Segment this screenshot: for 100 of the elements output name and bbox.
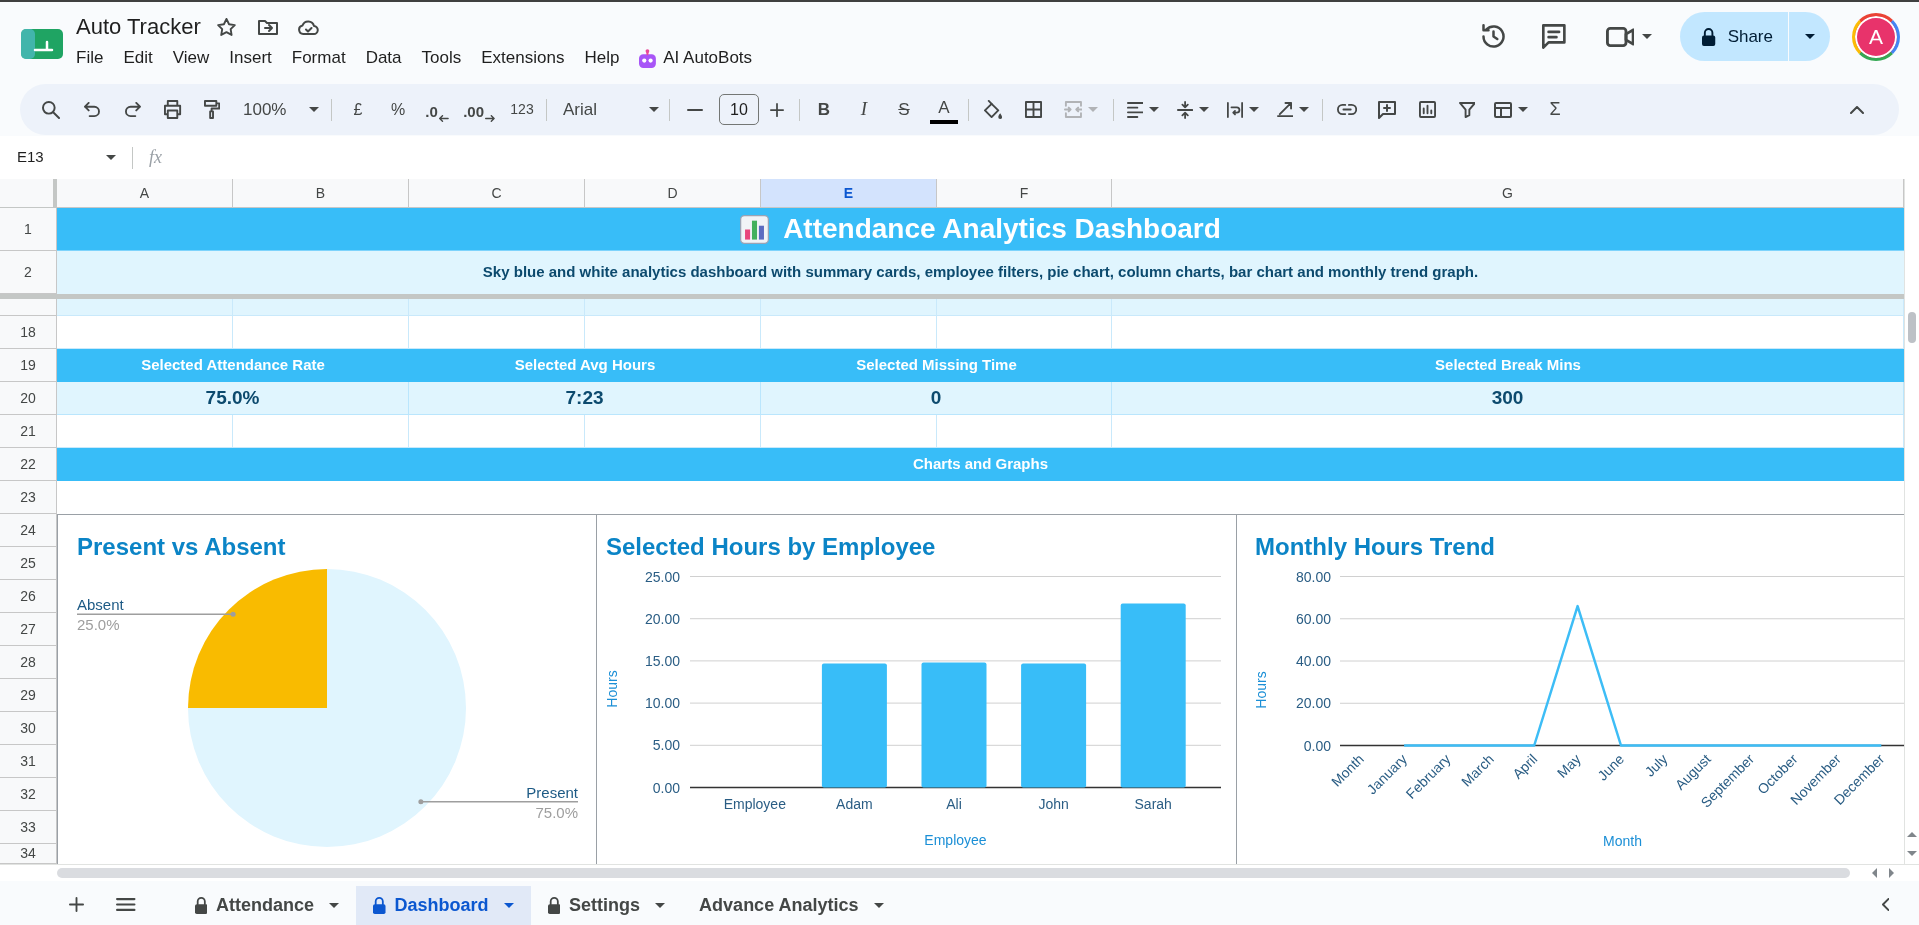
- text-rotation-icon[interactable]: [1276, 102, 1294, 117]
- row-header[interactable]: 24: [0, 514, 57, 547]
- video-camera-icon[interactable]: [1605, 26, 1635, 47]
- menu-item[interactable]: Help: [574, 44, 630, 72]
- redo-icon[interactable]: [125, 102, 141, 117]
- increase-decimals-button[interactable]: .00: [456, 92, 502, 127]
- vertical-align-icon[interactable]: [1176, 100, 1194, 119]
- zoom-dropdown[interactable]: 100%: [231, 92, 325, 127]
- slice-label: Present: [526, 783, 578, 801]
- sheet-list-icon[interactable]: [116, 898, 136, 911]
- row-header[interactable]: 2: [0, 251, 57, 294]
- scrollbar-thumb[interactable]: [57, 868, 1850, 878]
- text-color-button[interactable]: A: [930, 95, 958, 124]
- sheet-tab[interactable]: Settings: [530, 886, 683, 925]
- comment-icon[interactable]: [1542, 24, 1566, 49]
- scroll-right-icon[interactable]: [1889, 868, 1894, 878]
- star-icon[interactable]: [216, 18, 236, 36]
- row-header[interactable]: 20: [0, 382, 57, 415]
- functions-button[interactable]: Σ: [1535, 92, 1575, 127]
- row-header[interactable]: 33: [0, 811, 57, 844]
- axis-tick-label: 60.00: [1295, 610, 1331, 627]
- row-header[interactable]: 28: [0, 646, 57, 679]
- percent-button[interactable]: %: [378, 92, 418, 127]
- number-format-button[interactable]: 123: [502, 92, 542, 127]
- currency-button[interactable]: £: [338, 92, 378, 127]
- sheet-tab[interactable]: Advance Analytics: [682, 886, 901, 925]
- strikethrough-button[interactable]: S: [884, 92, 924, 127]
- scroll-left-icon[interactable]: [1872, 868, 1877, 878]
- filter-icon[interactable]: [1458, 101, 1476, 118]
- menu-item[interactable]: Edit: [113, 44, 163, 72]
- sheet-tab[interactable]: Attendance: [177, 886, 357, 925]
- scroll-up-icon[interactable]: [1907, 832, 1917, 837]
- column-header[interactable]: E: [761, 179, 937, 208]
- font-size-field[interactable]: 10: [719, 94, 759, 125]
- row-header[interactable]: 34: [0, 844, 57, 864]
- link-icon[interactable]: [1336, 104, 1358, 115]
- add-comment-icon[interactable]: [1378, 100, 1396, 119]
- column-header[interactable]: F: [937, 179, 1112, 208]
- print-icon[interactable]: [164, 100, 182, 119]
- italic-button[interactable]: I: [844, 92, 884, 127]
- bold-button[interactable]: B: [804, 92, 844, 127]
- row-header[interactable]: 29: [0, 679, 57, 712]
- menu-item[interactable]: View: [162, 44, 220, 72]
- menu-item[interactable]: Extensions: [471, 44, 575, 72]
- cloud-icon[interactable]: [297, 19, 319, 35]
- font-dropdown[interactable]: Arial: [551, 92, 663, 127]
- caret-icon[interactable]: [1642, 34, 1653, 39]
- undo-icon[interactable]: [84, 102, 100, 117]
- menu-item[interactable]: File: [66, 44, 114, 72]
- column-header[interactable]: D: [585, 179, 761, 208]
- row-header[interactable]: 31: [0, 745, 57, 778]
- text-wrap-icon[interactable]: [1227, 101, 1243, 118]
- fx-label: fx: [149, 146, 162, 169]
- paint-roller-icon[interactable]: [203, 100, 221, 119]
- minus-icon[interactable]: [687, 108, 703, 111]
- menu-item[interactable]: Format: [281, 44, 356, 72]
- column-header[interactable]: B: [233, 179, 409, 208]
- share-button[interactable]: Share: [1680, 12, 1788, 61]
- spreadsheet-logo-icon[interactable]: [21, 29, 63, 59]
- row-header[interactable]: 27: [0, 613, 57, 646]
- menu-item[interactable]: AI AutoBots: [629, 44, 763, 72]
- align-left-icon[interactable]: [1126, 101, 1144, 118]
- history-icon[interactable]: [1481, 24, 1507, 49]
- column-header[interactable]: C: [409, 179, 585, 208]
- add-sheet-icon[interactable]: [69, 897, 84, 912]
- search-icon[interactable]: [42, 100, 60, 119]
- sheet-tab[interactable]: Dashboard: [356, 886, 531, 925]
- row-header[interactable]: 22: [0, 448, 57, 481]
- row-header[interactable]: 30: [0, 712, 57, 745]
- paint-bucket-icon[interactable]: [983, 100, 1002, 119]
- insert-chart-icon[interactable]: [1418, 101, 1436, 118]
- row-header[interactable]: 19: [0, 349, 57, 382]
- decrease-decimals-button[interactable]: .0: [418, 92, 456, 127]
- column-header[interactable]: G: [1112, 179, 1904, 208]
- avatar[interactable]: A: [1852, 12, 1900, 61]
- menu-item[interactable]: Tools: [411, 44, 472, 72]
- caret-icon: [309, 107, 319, 112]
- chevron-up-icon[interactable]: [1850, 105, 1864, 114]
- menu-item[interactable]: Data: [355, 44, 412, 72]
- borders-icon[interactable]: [1024, 101, 1042, 118]
- row-header[interactable]: 1: [0, 208, 57, 251]
- table-icon[interactable]: [1494, 101, 1512, 118]
- row-header[interactable]: 18: [0, 316, 57, 349]
- chevron-left-icon[interactable]: [1881, 898, 1889, 911]
- document-title[interactable]: Auto Tracker: [66, 13, 211, 41]
- name-box[interactable]: E13: [0, 142, 118, 173]
- row-header[interactable]: 32: [0, 778, 57, 811]
- column-header[interactable]: A: [57, 179, 233, 208]
- row-header[interactable]: 21: [0, 415, 57, 448]
- scroll-down-icon[interactable]: [1907, 851, 1917, 856]
- slice-label: Absent: [77, 596, 124, 614]
- row-header[interactable]: 26: [0, 580, 57, 613]
- axis-tick-label: 0.00: [652, 779, 680, 796]
- row-header[interactable]: 25: [0, 547, 57, 580]
- plus-icon[interactable]: [770, 102, 784, 117]
- menu-item[interactable]: Insert: [219, 44, 282, 72]
- folder-icon[interactable]: [257, 19, 278, 35]
- scrollbar-thumb[interactable]: [1908, 312, 1916, 343]
- row-header[interactable]: 23: [0, 481, 57, 514]
- section-heading: Charts and Graphs: [57, 448, 1904, 481]
